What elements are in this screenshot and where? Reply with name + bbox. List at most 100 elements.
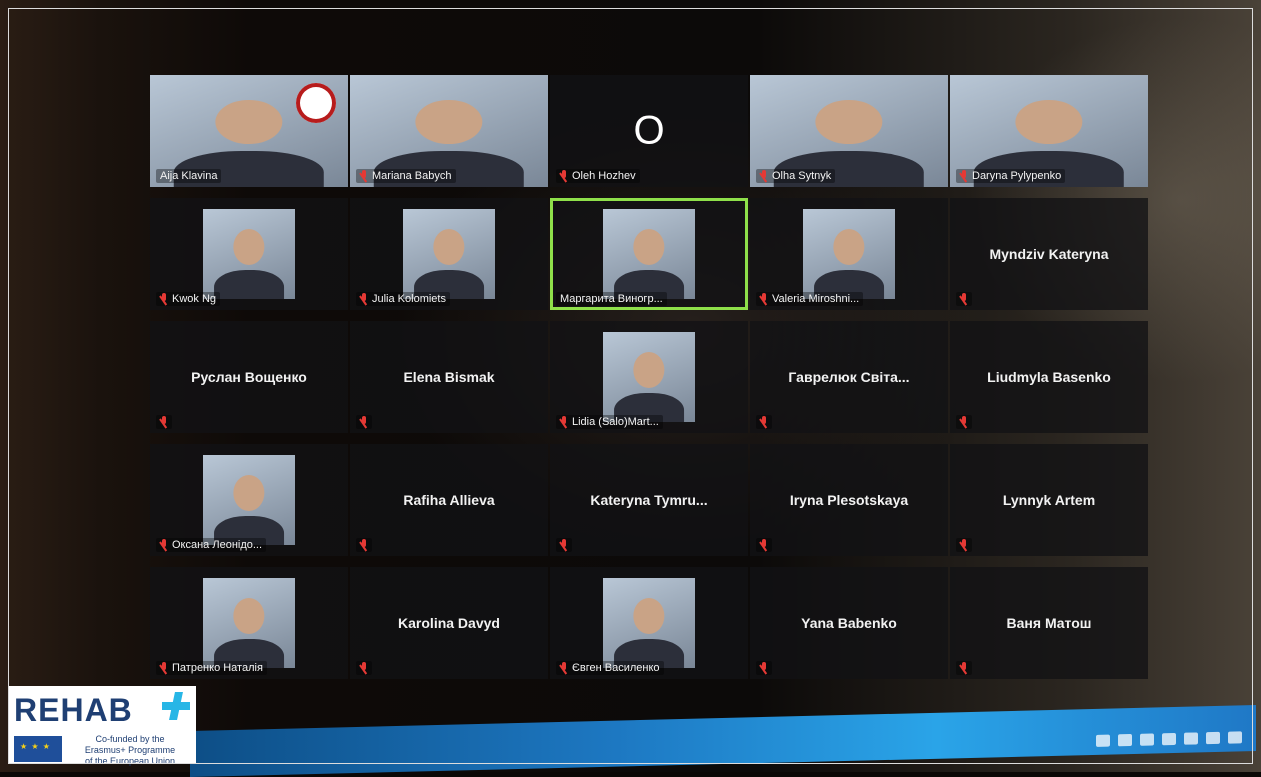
mic-muted-icon	[360, 293, 368, 305]
participant-label: Julia Kolomiets	[356, 292, 450, 306]
mic-muted-icon	[360, 539, 368, 551]
participant-label: Olеh Hozhev	[556, 169, 640, 183]
participant-center-name: Iryna Plesotskaya	[789, 492, 909, 508]
person-head	[433, 228, 465, 265]
participant-tile[interactable]: Olha Sytnyk	[750, 75, 948, 187]
participant-name: Патренко Наталія	[172, 662, 263, 674]
mic-muted-icon	[160, 416, 168, 428]
zoom-gallery-grid: Aija Klavina Mariana Babych O Olеh Hozhev Ol…	[150, 75, 1150, 685]
chevron-up-icon[interactable]	[1096, 734, 1110, 747]
system-tray	[1096, 731, 1242, 747]
monitor-icon[interactable]	[1140, 733, 1154, 746]
participant-tile[interactable]: Гаврелюк Світа...	[750, 321, 948, 433]
participant-video	[603, 209, 695, 299]
participant-label	[956, 292, 972, 306]
participant-center-name: Myndziv Kateryna	[989, 246, 1109, 262]
participant-tile[interactable]: Rafiha Allieva	[350, 444, 548, 556]
keyboard-icon[interactable]	[1206, 731, 1220, 745]
mic-muted-icon	[560, 416, 568, 428]
participant-tile[interactable]: Mariana Babych	[350, 75, 548, 187]
eu-line-2: Erasmus+ Programme	[84, 745, 176, 755]
participant-center-name: Гаврелюк Світа...	[788, 369, 910, 385]
participant-name: Маргарита Виногр...	[560, 293, 663, 305]
participant-video	[203, 209, 295, 299]
rehab-logo-word: REHAB	[14, 692, 133, 728]
participant-tile[interactable]: Оксана Леонідо...	[150, 444, 348, 556]
participant-video	[603, 332, 695, 422]
participant-tile[interactable]: Julia Kolomiets	[350, 198, 548, 310]
person-body	[214, 270, 284, 299]
participant-tile[interactable]: Daryna Pylypenko	[950, 75, 1148, 187]
participant-tile[interactable]: Elena Bismak	[350, 321, 548, 433]
participant-name: Оксана Леонідо...	[172, 539, 263, 551]
mic-muted-icon	[360, 170, 368, 182]
mic-muted-icon	[960, 662, 968, 674]
person-head	[833, 228, 865, 265]
mic-muted-icon	[160, 662, 168, 674]
participant-tile[interactable]: Valeria Miroshni...	[750, 198, 948, 310]
mic-muted-icon	[960, 539, 968, 551]
mic-muted-icon	[160, 293, 168, 305]
participant-center-name: Руслан Вощенко	[191, 369, 307, 385]
participant-center-name: Karolina Davyd	[398, 615, 500, 631]
participant-video	[203, 578, 295, 668]
participant-name: Aija Klavina	[160, 170, 218, 182]
participant-video	[603, 578, 695, 668]
mic-muted-icon	[760, 170, 768, 182]
virtual-background-logo	[296, 83, 336, 123]
participant-label: Євген Василенко	[556, 661, 664, 675]
mic-muted-icon	[760, 662, 768, 674]
person-head	[1015, 99, 1083, 145]
participant-tile[interactable]: Lidia (Salo)Mart...	[550, 321, 748, 433]
participant-label: Маргарита Виногр...	[556, 292, 667, 306]
participant-tile[interactable]: Ваня Матош	[950, 567, 1148, 679]
notification-icon[interactable]	[1228, 731, 1242, 744]
participant-tile[interactable]: Myndziv Kateryna	[950, 198, 1148, 310]
mic-muted-icon	[960, 416, 968, 428]
network-icon[interactable]	[1162, 732, 1176, 746]
battery-icon[interactable]	[1118, 734, 1132, 747]
participant-tile[interactable]: Євген Василенко	[550, 567, 748, 679]
participant-center-name: Rafiha Allieva	[403, 492, 495, 508]
participant-tile[interactable]: Aija Klavina	[150, 75, 348, 187]
participant-name: Євген Василенко	[572, 662, 660, 674]
mic-muted-icon	[960, 170, 968, 182]
rehab-logo-panel: REHAB Co-funded by the Erasmus+ Programm…	[8, 686, 196, 767]
participant-tile[interactable]: Патренко Наталія	[150, 567, 348, 679]
participant-tile[interactable]: Karolina Davyd	[350, 567, 548, 679]
eu-line-3: of the European Union	[84, 756, 176, 766]
person-head	[415, 99, 483, 145]
participant-center-name: Kateryna Tymru...	[590, 492, 708, 508]
participant-tile[interactable]: Kateryna Tymru...	[550, 444, 748, 556]
participant-label: Оксана Леонідо...	[156, 538, 267, 552]
participant-tile[interactable]: Lynnyk Artem	[950, 444, 1148, 556]
participant-tile[interactable]: Руслан Вощенко	[150, 321, 348, 433]
participant-tile[interactable]: Маргарита Виногр...	[550, 198, 748, 310]
participant-label: Mariana Babych	[356, 169, 456, 183]
participant-center-name: Elena Bismak	[403, 369, 495, 385]
participant-label	[756, 415, 772, 429]
participant-tile[interactable]: Kwok Ng	[150, 198, 348, 310]
participant-label	[956, 538, 972, 552]
participant-name: Lidia (Salo)Mart...	[572, 416, 659, 428]
participant-tile[interactable]: Iryna Plesotskaya	[750, 444, 948, 556]
mic-muted-icon	[560, 539, 568, 551]
mic-muted-icon	[760, 416, 768, 428]
volume-icon[interactable]	[1184, 732, 1198, 745]
participant-tile[interactable]: Yana Babenko	[750, 567, 948, 679]
person-head	[233, 228, 265, 265]
participant-tile[interactable]: O Olеh Hozhev	[550, 75, 748, 187]
eu-flag-icon	[14, 736, 62, 762]
person-head	[233, 597, 265, 634]
mic-muted-icon	[560, 662, 568, 674]
participant-name: Olha Sytnyk	[772, 170, 832, 182]
person-head	[633, 351, 665, 388]
person-head	[215, 99, 283, 145]
mic-muted-icon	[160, 539, 168, 551]
eu-funding-text: Co-funded by the Erasmus+ Programme of t…	[68, 734, 192, 767]
participant-initial: O	[633, 108, 665, 153]
participant-tile[interactable]: Liudmyla Basenko	[950, 321, 1148, 433]
participant-video	[403, 209, 495, 299]
participant-name: Valeria Miroshni...	[772, 293, 860, 305]
participant-label	[756, 538, 772, 552]
